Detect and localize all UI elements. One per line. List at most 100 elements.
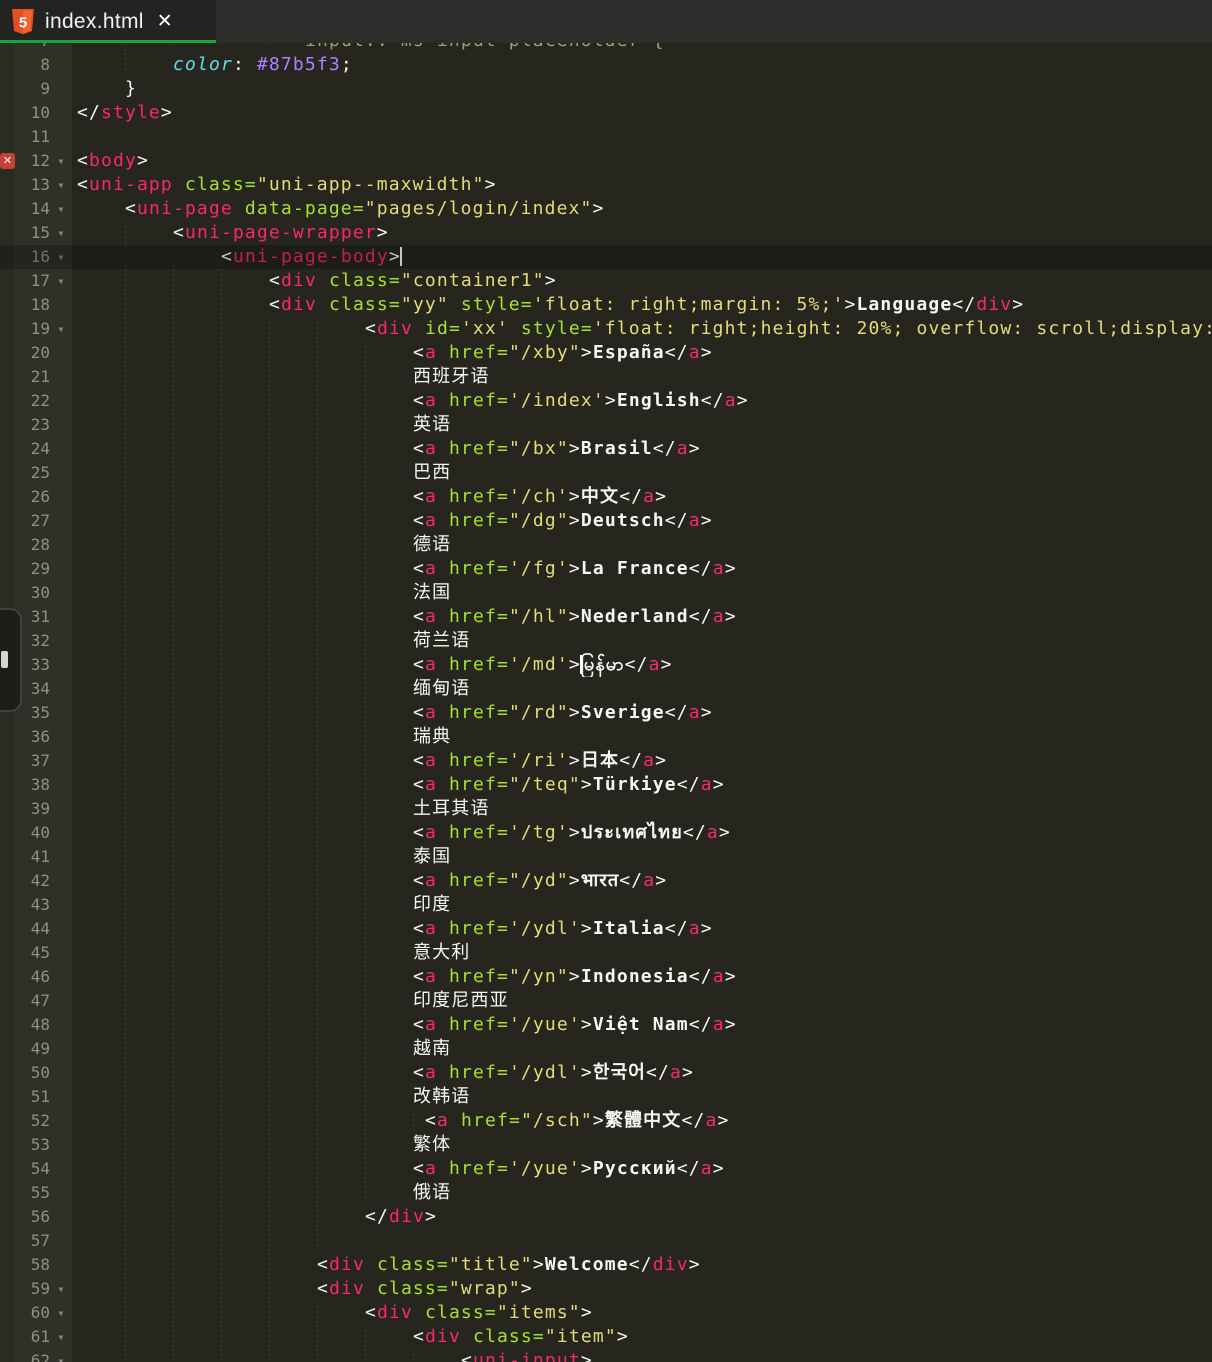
code-token [437, 822, 449, 843]
indent-guide [125, 1061, 126, 1085]
code-text[interactable]: <div class="title">Welcome</div> [72, 1253, 1212, 1277]
code-text[interactable]: <a href='/yue'>Русский</a> [72, 1157, 1212, 1181]
code-text[interactable]: <div id='xx' style='float: right;height:… [72, 317, 1212, 341]
code-line-42: 42<a href="/yd">भारत</a> [0, 869, 1212, 893]
fold-arrow-icon[interactable]: ▾ [50, 317, 72, 341]
indent-guide [365, 869, 366, 893]
indent-guide [125, 43, 126, 53]
indent-guide [125, 773, 126, 797]
code-text[interactable] [72, 1229, 1212, 1253]
fold-arrow-icon[interactable]: ▾ [50, 149, 72, 173]
error-icon[interactable]: ✕ [0, 153, 15, 169]
code-token [413, 1302, 425, 1323]
code-text[interactable]: 繁体 [72, 1133, 1212, 1157]
indent-guide [269, 509, 270, 533]
gutter-strip [0, 341, 14, 365]
code-text[interactable]: 土耳其语 [72, 797, 1212, 821]
code-text[interactable]: <a href="/teq">Türkiye</a> [72, 773, 1212, 797]
indent-guide [365, 389, 366, 413]
code-text[interactable]: <a href='/tg'>ประเทศไทย</a> [72, 821, 1212, 845]
fold-arrow-icon[interactable]: ▾ [50, 1349, 72, 1362]
fold-arrow-icon[interactable]: ▾ [50, 1301, 72, 1325]
code-text[interactable]: 巴西 [72, 461, 1212, 485]
fold-arrow-icon[interactable]: ▾ [50, 1277, 72, 1301]
code-text[interactable]: <div class="yy" style='float: right;marg… [72, 293, 1212, 317]
code-token: > [569, 558, 581, 579]
code-text[interactable]: <a href='/yue'>Việt Nam</a> [72, 1013, 1212, 1037]
code-token: < [413, 390, 425, 411]
code-text[interactable]: 西班牙语 [72, 365, 1212, 389]
code-token: > [655, 870, 667, 891]
code-token: a [425, 606, 437, 627]
fold-arrow-icon[interactable]: ▾ [50, 269, 72, 293]
fold-arrow-icon[interactable]: ▾ [50, 173, 72, 197]
fold-arrow-icon[interactable]: ▾ [50, 197, 72, 221]
code-token: a [643, 486, 655, 507]
code-text[interactable]: <a href="/xby">España</a> [72, 341, 1212, 365]
code-text[interactable]: 缅甸语 [72, 677, 1212, 701]
code-token: Русский [593, 1158, 677, 1179]
code-text[interactable]: <uni-page data-page="pages/login/index"> [72, 197, 1212, 221]
fold-arrow-icon[interactable]: ▾ [50, 1325, 72, 1349]
code-text[interactable]: 英语 [72, 413, 1212, 437]
code-text[interactable]: 印度尼西亚 [72, 989, 1212, 1013]
code-text[interactable]: <a href='/fg'>La France</a> [72, 557, 1212, 581]
code-text[interactable]: <div class="wrap"> [72, 1277, 1212, 1301]
code-text[interactable]: } [72, 77, 1212, 101]
close-icon[interactable]: ✕ [157, 12, 173, 31]
code-text[interactable]: 瑞典 [72, 725, 1212, 749]
gutter-strip [0, 821, 14, 845]
edge-overlay-widget[interactable] [0, 608, 22, 712]
code-text[interactable]: <a href='/index'>English</a> [72, 389, 1212, 413]
code-text[interactable]: </div> [72, 1205, 1212, 1229]
fold-spacer [50, 605, 72, 629]
code-text[interactable]: 越南 [72, 1037, 1212, 1061]
fold-spacer [50, 293, 72, 317]
gutter-strip [0, 461, 14, 485]
code-text[interactable]: color: #87b5f3; [72, 53, 1212, 77]
fold-arrow-icon[interactable]: ▾ [50, 245, 72, 269]
code-text[interactable] [72, 125, 1212, 149]
code-text[interactable]: <a href='/ch'>中文</a> [72, 485, 1212, 509]
indent-guide [365, 725, 366, 749]
code-text[interactable]: <a href='/ydl'>Italia</a> [72, 917, 1212, 941]
code-text[interactable]: 意大利 [72, 941, 1212, 965]
code-text[interactable]: <uni-page-body> [72, 245, 1212, 269]
fold-arrow-icon[interactable]: ▾ [50, 221, 72, 245]
code-text[interactable]: <a href='/md'>မြန်မာ</a> [72, 653, 1212, 677]
code-text[interactable]: <a href='/ri'>日本</a> [72, 749, 1212, 773]
code-text[interactable]: 俄语 [72, 1181, 1212, 1205]
code-text[interactable]: <a href="/bx">Brasil</a> [72, 437, 1212, 461]
code-text[interactable]: <a href="/hl">Nederland</a> [72, 605, 1212, 629]
code-text[interactable]: <a href="/dg">Deutsch</a> [72, 509, 1212, 533]
code-text[interactable]: input::-ms-input-placeholder { [72, 43, 1212, 53]
code-text[interactable]: <uni-app class="uni-app--maxwidth"> [72, 173, 1212, 197]
indent-guide [125, 1229, 126, 1253]
code-text[interactable]: <a href="/rd">Sverige</a> [72, 701, 1212, 725]
code-token: > [569, 702, 581, 723]
code-text[interactable]: <a href="/yn">Indonesia</a> [72, 965, 1212, 989]
indent-guide [269, 485, 270, 509]
code-text[interactable]: 改韩语 [72, 1085, 1212, 1109]
code-text[interactable]: </style> [72, 101, 1212, 125]
code-text[interactable]: 泰国 [72, 845, 1212, 869]
code-text[interactable]: <a href="/yd">भारत</a> [72, 869, 1212, 893]
code-text[interactable]: <div class="container1"> [72, 269, 1212, 293]
indent-guide [221, 1061, 222, 1085]
code-text[interactable]: <a href="/sch">繁體中文</a> [72, 1109, 1212, 1133]
code-text[interactable]: <body> [72, 149, 1212, 173]
code-text[interactable]: <div class="items"> [72, 1301, 1212, 1325]
code-text[interactable]: 印度 [72, 893, 1212, 917]
indent-guide [125, 629, 126, 653]
code-text[interactable]: 德语 [72, 533, 1212, 557]
code-text[interactable]: <a href='/ydl'>한국어</a> [72, 1061, 1212, 1085]
code-text[interactable]: <uni-page-wrapper> [72, 221, 1212, 245]
code-text[interactable]: 法国 [72, 581, 1212, 605]
code-text[interactable]: 荷兰语 [72, 629, 1212, 653]
code-text[interactable]: <div class="item"> [72, 1325, 1212, 1349]
code-text[interactable]: <uni-input> [72, 1349, 1212, 1362]
code-token: "/teq" [509, 774, 581, 795]
code-token [233, 198, 245, 219]
tab-index-html[interactable]: 5 index.html ✕ [0, 0, 216, 43]
code-line-54: 54<a href='/yue'>Русский</a> [0, 1157, 1212, 1181]
